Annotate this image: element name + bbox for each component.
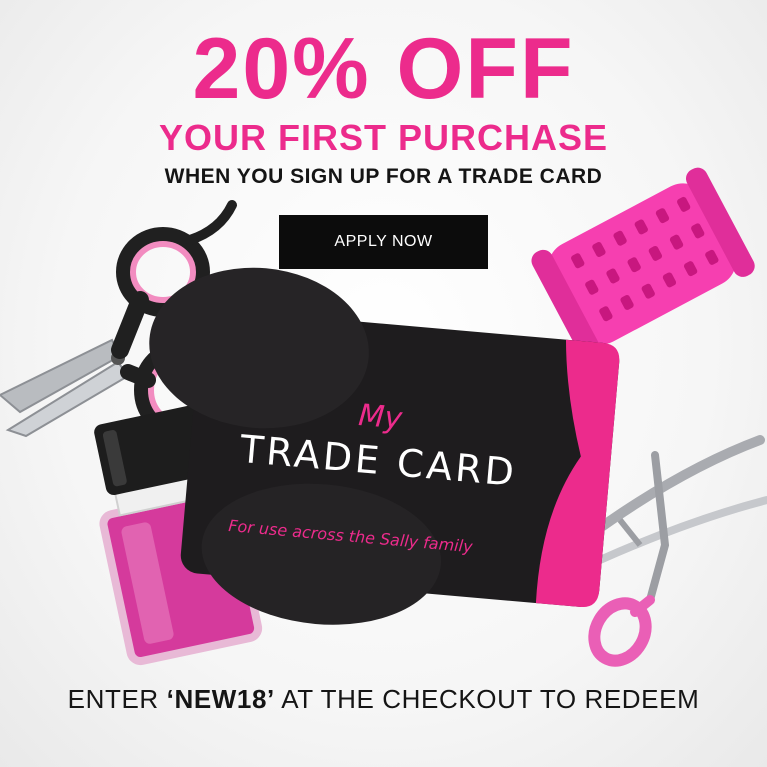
redeem-suffix: AT THE CHECKOUT TO REDEEM <box>274 684 700 714</box>
hair-roller-icon <box>531 167 755 360</box>
first-purchase-subtitle: YOUR FIRST PURCHASE <box>158 117 609 158</box>
card-script-word: My <box>357 398 405 437</box>
discount-headline: 20% OFF <box>192 21 575 117</box>
eyelash-curler-icon <box>585 435 767 667</box>
redeem-instruction: ENTER ‘NEW18’ AT THE CHECKOUT TO REDEEM <box>0 684 767 715</box>
sign-up-tagline: WHEN YOU SIGN UP FOR A TRADE CARD <box>164 165 603 188</box>
redeem-prefix: ENTER <box>67 684 167 714</box>
promo-code: ‘NEW18’ <box>166 684 275 714</box>
apply-now-button[interactable]: APPLY NOW <box>279 215 488 269</box>
